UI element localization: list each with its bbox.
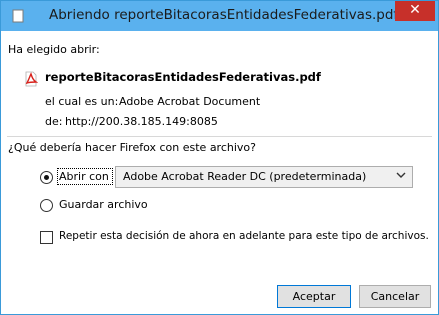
file-type-prefix: el cual es un: [45,95,119,108]
pdf-file-icon [24,71,39,87]
open-with-radio[interactable] [40,171,53,184]
remember-label[interactable]: Repetir esta decisión de ahora en adelan… [59,230,429,242]
intro-label: Ha elegido abrir: [8,43,100,56]
save-file-radio[interactable] [40,199,53,212]
save-file-label[interactable]: Guardar archivo [59,198,148,211]
separator-line [7,136,432,137]
accept-button[interactable]: Aceptar [277,285,351,308]
document-icon [11,9,25,23]
file-source-prefix: de: [45,115,63,128]
file-name: reporteBitacorasEntidadesFederativas.pdf [45,70,321,84]
action-question: ¿Qué debería hacer Firefox con este arch… [8,141,256,154]
window-title: Abriendo reporteBitacorasEntidadesFedera… [49,7,399,23]
dialog-content: Ha elegido abrir: reporteBitacorasEntida… [7,31,432,308]
close-button[interactable]: ✕ [395,1,435,21]
application-select-value: Adobe Acrobat Reader DC (predeterminada) [123,170,367,183]
close-icon: ✕ [409,2,421,18]
application-select[interactable]: Adobe Acrobat Reader DC (predeterminada) [115,166,413,188]
open-with-label[interactable]: Abrir con [59,170,109,183]
cancel-button[interactable]: Cancelar [359,285,431,308]
download-dialog-window: Abriendo reporteBitacorasEntidadesFedera… [0,0,439,315]
title-bar[interactable]: Abriendo reporteBitacorasEntidadesFedera… [1,1,438,31]
file-type-value: Adobe Acrobat Document [119,95,261,108]
remember-checkbox[interactable] [40,231,53,244]
chevron-down-icon[interactable] [396,170,406,180]
file-source-value: http://200.38.185.149:8085 [65,115,218,128]
